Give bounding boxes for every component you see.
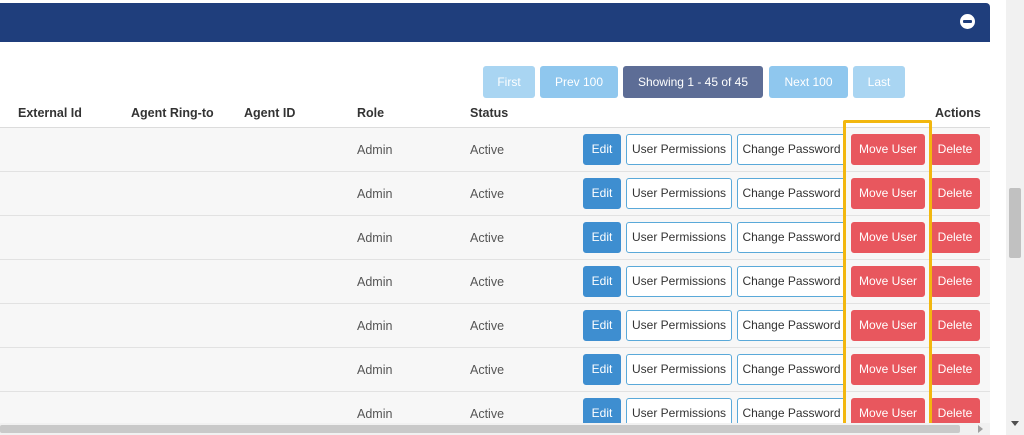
delete-button[interactable]: Delete bbox=[930, 222, 980, 253]
role-cell: Admin bbox=[357, 407, 393, 421]
first-page-button[interactable]: First bbox=[483, 66, 535, 98]
change-password-button[interactable]: Change Password bbox=[737, 354, 846, 385]
status-cell: Active bbox=[470, 187, 505, 201]
edit-button[interactable]: Edit bbox=[583, 310, 621, 341]
move-user-button[interactable]: Move User bbox=[851, 222, 925, 253]
status-cell: Active bbox=[470, 363, 505, 377]
delete-button[interactable]: Delete bbox=[930, 178, 980, 209]
table-row: Admin Active Edit User Permissions Change Pa… bbox=[0, 260, 990, 304]
user-permissions-button[interactable]: User Permissions bbox=[626, 134, 732, 165]
role-cell: Admin bbox=[357, 275, 393, 289]
edit-button[interactable]: Edit bbox=[583, 354, 621, 385]
move-user-button[interactable]: Move User bbox=[851, 266, 925, 297]
last-page-button[interactable]: Last bbox=[853, 66, 905, 98]
table-row: Admin Active Edit User Permissions Change Pa… bbox=[0, 348, 990, 392]
user-permissions-button[interactable]: User Permissions bbox=[626, 310, 732, 341]
edit-button[interactable]: Edit bbox=[583, 222, 621, 253]
column-header-role[interactable]: Role bbox=[357, 106, 384, 120]
change-password-button[interactable]: Change Password bbox=[737, 134, 846, 165]
delete-button[interactable]: Delete bbox=[930, 134, 980, 165]
status-cell: Active bbox=[470, 319, 505, 333]
scroll-right-icon[interactable] bbox=[978, 425, 983, 433]
user-permissions-button[interactable]: User Permissions bbox=[626, 178, 732, 209]
role-cell: Admin bbox=[357, 319, 393, 333]
edit-button[interactable]: Edit bbox=[583, 134, 621, 165]
change-password-button[interactable]: Change Password bbox=[737, 398, 846, 423]
delete-button[interactable]: Delete bbox=[930, 398, 980, 423]
scroll-down-icon[interactable] bbox=[1011, 421, 1019, 426]
role-cell: Admin bbox=[357, 231, 393, 245]
change-password-button[interactable]: Change Password bbox=[737, 222, 846, 253]
status-cell: Active bbox=[470, 407, 505, 421]
horizontal-scrollbar[interactable] bbox=[0, 423, 990, 435]
next-page-button[interactable]: Next 100 bbox=[769, 66, 848, 98]
column-header-external-id[interactable]: External Id bbox=[18, 106, 82, 120]
user-permissions-button[interactable]: User Permissions bbox=[626, 222, 732, 253]
change-password-button[interactable]: Change Password bbox=[737, 266, 846, 297]
role-cell: Admin bbox=[357, 143, 393, 157]
edit-button[interactable]: Edit bbox=[583, 178, 621, 209]
table-row: Admin Active Edit User Permissions Change Pa… bbox=[0, 304, 990, 348]
delete-button[interactable]: Delete bbox=[930, 266, 980, 297]
status-cell: Active bbox=[470, 231, 505, 245]
table-row: Admin Active Edit User Permissions Change Pa… bbox=[0, 392, 990, 423]
user-permissions-button[interactable]: User Permissions bbox=[626, 354, 732, 385]
delete-button[interactable]: Delete bbox=[930, 354, 980, 385]
table-body: Admin Active Edit User Permissions Change Pa… bbox=[0, 128, 990, 423]
table-header: External Id Agent Ring-to Agent ID Role … bbox=[0, 102, 990, 128]
horizontal-scrollbar-thumb[interactable] bbox=[0, 425, 960, 433]
edit-button[interactable]: Edit bbox=[583, 398, 621, 423]
vertical-scrollbar-thumb[interactable] bbox=[1009, 188, 1021, 258]
collapse-panel-icon[interactable] bbox=[960, 14, 975, 29]
panel-header bbox=[0, 3, 990, 42]
column-header-status[interactable]: Status bbox=[470, 106, 508, 120]
role-cell: Admin bbox=[357, 363, 393, 377]
pagination: First Prev 100 Showing 1 - 45 of 45 Next… bbox=[0, 66, 990, 98]
users-panel-content: First Prev 100 Showing 1 - 45 of 45 Next… bbox=[0, 42, 990, 423]
change-password-button[interactable]: Change Password bbox=[737, 310, 846, 341]
role-cell: Admin bbox=[357, 187, 393, 201]
move-user-button[interactable]: Move User bbox=[851, 310, 925, 341]
vertical-scrollbar[interactable] bbox=[1006, 0, 1024, 435]
move-user-button[interactable]: Move User bbox=[851, 134, 925, 165]
column-header-actions: Actions bbox=[935, 106, 981, 120]
edit-button[interactable]: Edit bbox=[583, 266, 621, 297]
table-row: Admin Active Edit User Permissions Change Pa… bbox=[0, 172, 990, 216]
showing-range-label: Showing 1 - 45 of 45 bbox=[623, 66, 763, 98]
move-user-button[interactable]: Move User bbox=[851, 354, 925, 385]
status-cell: Active bbox=[470, 275, 505, 289]
prev-page-button[interactable]: Prev 100 bbox=[540, 66, 618, 98]
delete-button[interactable]: Delete bbox=[930, 310, 980, 341]
user-permissions-button[interactable]: User Permissions bbox=[626, 398, 732, 423]
move-user-button[interactable]: Move User bbox=[851, 178, 925, 209]
column-header-agent-id[interactable]: Agent ID bbox=[244, 106, 295, 120]
change-password-button[interactable]: Change Password bbox=[737, 178, 846, 209]
table-row: Admin Active Edit User Permissions Change Pa… bbox=[0, 128, 990, 172]
table-row: Admin Active Edit User Permissions Change Pa… bbox=[0, 216, 990, 260]
move-user-button[interactable]: Move User bbox=[851, 398, 925, 423]
status-cell: Active bbox=[470, 143, 505, 157]
user-permissions-button[interactable]: User Permissions bbox=[626, 266, 732, 297]
column-header-agent-ring-to[interactable]: Agent Ring-to bbox=[131, 106, 214, 120]
